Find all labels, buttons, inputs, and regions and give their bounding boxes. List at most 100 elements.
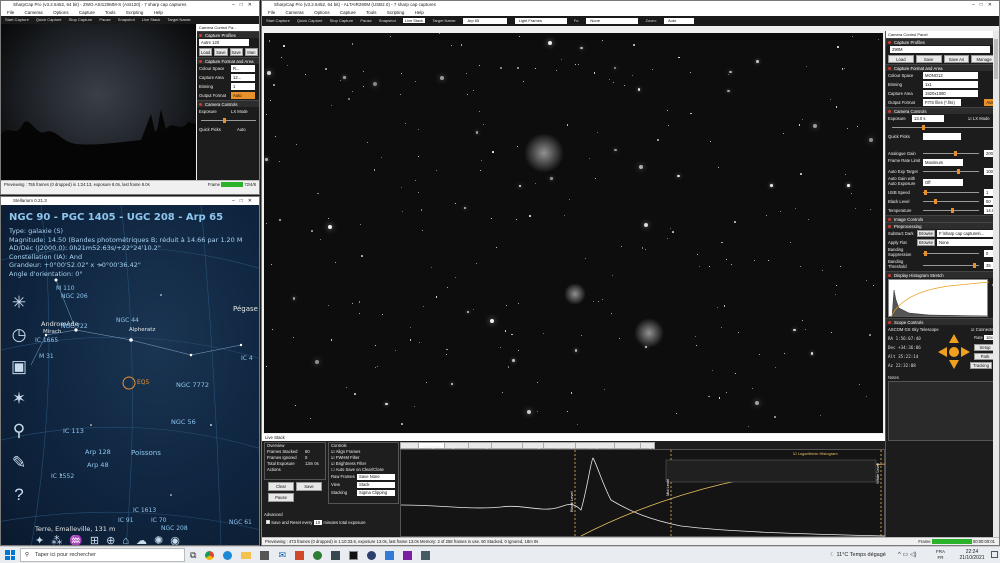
menu-item[interactable]: File	[7, 10, 14, 15]
preprocessing-header[interactable]: Preprocessing	[886, 222, 999, 229]
constellation-lines-icon[interactable]: ✦	[35, 535, 51, 545]
stop-icon[interactable]	[949, 347, 959, 357]
ground-icon[interactable]: ⌂	[122, 535, 136, 545]
display-histogram-header[interactable]: Display Histogram Stretch	[886, 271, 999, 278]
camera-controls-header[interactable]: Camera Controls	[886, 107, 999, 114]
stop-capture-button[interactable]: Stop Capture	[69, 17, 93, 22]
weather-widget[interactable]: ☾ 11°C Temps dégagé	[830, 547, 886, 563]
exposure-slider[interactable]	[892, 125, 993, 130]
flat-file-select[interactable]: None	[937, 239, 995, 246]
capture-profiles-header[interactable]: Capture Profiles	[886, 38, 999, 45]
gain-slider[interactable]	[923, 151, 979, 156]
scrollbar-thumb[interactable]	[994, 39, 998, 79]
stacking-select[interactable]: Sigma Clipping	[357, 490, 395, 496]
menu-item[interactable]: Cameras	[25, 10, 43, 15]
mount-icon[interactable]: ⊕	[106, 535, 122, 545]
network-icon[interactable]: ▭	[903, 552, 909, 558]
profile-select[interactable]: 290M	[890, 46, 990, 53]
menu-item[interactable]: Help	[415, 10, 424, 15]
output-format-select[interactable]: FITS files (*.fits)	[923, 99, 961, 106]
left-lx-mode-checkbox[interactable]: LX Mode	[231, 107, 248, 116]
fx-select[interactable]: None	[586, 18, 639, 24]
menu-item[interactable]: Tools	[105, 10, 116, 15]
menu-item[interactable]: Cameras	[286, 10, 304, 15]
left-output-format-select[interactable]: Auto	[231, 92, 255, 99]
menu-item[interactable]: Help	[154, 10, 163, 15]
banding-thr-slider[interactable]	[923, 263, 979, 268]
left-save-button[interactable]: Save	[214, 48, 228, 56]
left-format-header[interactable]: Capture Format and Area	[197, 57, 259, 64]
zoom-select[interactable]: Auto	[664, 18, 694, 24]
south-arrow-icon[interactable]	[949, 360, 959, 369]
left-window-titlebar[interactable]: SharpCap Pro (v3.2.6452, 64 bit) - ZWO A…	[1, 1, 259, 9]
pause-stack-button[interactable]: Pause	[268, 493, 294, 502]
save-reset-checkbox[interactable]	[266, 520, 270, 524]
chrome-icon[interactable]	[205, 550, 215, 560]
menu-item[interactable]: Scripting	[387, 10, 405, 15]
stop-capture-button[interactable]: Stop Capture	[330, 18, 354, 23]
left-colour-space-select[interactable]: R...	[231, 65, 255, 72]
tab-alignment[interactable]: Alignment	[443, 442, 470, 449]
left-camera-controls-header[interactable]: Camera Controls	[197, 100, 259, 107]
language-indicator[interactable]: FRA FR	[936, 549, 945, 561]
view-select[interactable]: Stack	[357, 482, 395, 488]
lx-mode-checkbox[interactable]: ☑ LX Mode	[968, 114, 990, 123]
window-controls-icon[interactable]: –□✕	[972, 1, 997, 9]
black-level-slider[interactable]	[923, 199, 979, 204]
art-icon[interactable]: ♒	[69, 535, 90, 545]
exposure-input[interactable]: 13.0 s	[912, 115, 944, 122]
volume-icon[interactable]: ◁)	[910, 552, 917, 558]
tab-drift-graph[interactable]: Drift Graph	[613, 442, 642, 449]
load-button[interactable]: Load	[888, 55, 914, 63]
menu-item[interactable]: Tools	[366, 10, 377, 15]
start-capture-button[interactable]: Start Capture	[5, 17, 29, 22]
image-controls-header[interactable]: Image Controls	[886, 215, 999, 222]
tab-enhancement[interactable]: Enhancement	[490, 442, 524, 449]
east-arrow-icon[interactable]	[961, 347, 970, 357]
wrench-icon[interactable]: ✎	[5, 447, 33, 479]
chevron-up-icon[interactable]: ^	[898, 552, 901, 558]
capture-format-header[interactable]: Capture Format and Area	[886, 64, 999, 71]
clock-icon[interactable]: ◷	[5, 319, 33, 351]
frame-rate-select[interactable]: Maximum	[923, 159, 963, 166]
colour-space-select[interactable]: MONO12	[923, 72, 978, 79]
white-level-marker[interactable]: White Level	[875, 463, 880, 484]
app-icon[interactable]	[294, 550, 304, 560]
notification-icon[interactable]	[991, 551, 998, 558]
app-icon[interactable]	[384, 550, 394, 560]
notes-textarea[interactable]	[888, 381, 997, 441]
browse-flat-button[interactable]: Browse	[917, 239, 935, 246]
window-controls-icon[interactable]: –□✕	[232, 197, 257, 205]
tab-stacking[interactable]: Stacking	[468, 442, 492, 449]
planets-icon[interactable]: ◉	[170, 535, 187, 545]
edge-icon[interactable]	[223, 550, 233, 560]
live-stack-button[interactable]: Live Stack	[142, 17, 160, 22]
tab-status[interactable]: Status	[400, 442, 420, 449]
nebula-icon[interactable]: ✺	[154, 535, 170, 545]
left-manage-button[interactable]: Man	[244, 48, 258, 56]
west-arrow-icon[interactable]	[938, 347, 947, 357]
north-arrow-icon[interactable]	[949, 334, 959, 343]
app-icon[interactable]	[312, 550, 322, 560]
sky-map[interactable]: NGC 90 - PGC 1405 - UGC 208 - Arp 65 Typ…	[1, 205, 259, 545]
raw-frames-select[interactable]: Save None	[357, 474, 395, 480]
stellarium-titlebar[interactable]: Stellarium 0.21.3 –□✕	[1, 197, 259, 205]
scope-controls-header[interactable]: Scope Controls	[886, 318, 999, 325]
tab-guiding[interactable]: Guiding	[522, 442, 545, 449]
constellation-names-icon[interactable]: ⁂	[51, 535, 69, 545]
live-histogram-plot[interactable]: Black Level Mid Level White Level ☑ Loga…	[400, 449, 886, 538]
left-capture-profiles-header[interactable]: Capture Profiles	[197, 31, 259, 38]
star-icon[interactable]: ✶	[5, 383, 33, 415]
search-icon[interactable]: ⚲	[5, 415, 33, 447]
start-button[interactable]	[5, 550, 15, 560]
app-icon[interactable]	[330, 550, 340, 560]
menu-item[interactable]: File	[268, 10, 275, 15]
snapshot-button[interactable]: Snapshot	[379, 18, 396, 23]
browse-dark-button[interactable]: Browse	[917, 230, 935, 237]
menu-item[interactable]: Options	[53, 10, 69, 15]
help-icon[interactable]: ?	[5, 479, 33, 511]
folder-icon[interactable]	[241, 551, 252, 559]
menu-item[interactable]: Options	[314, 10, 330, 15]
taskbar-search[interactable]: ⚲ Taper ici pour rechercher	[20, 548, 185, 562]
main-camera-image[interactable]	[264, 33, 883, 433]
